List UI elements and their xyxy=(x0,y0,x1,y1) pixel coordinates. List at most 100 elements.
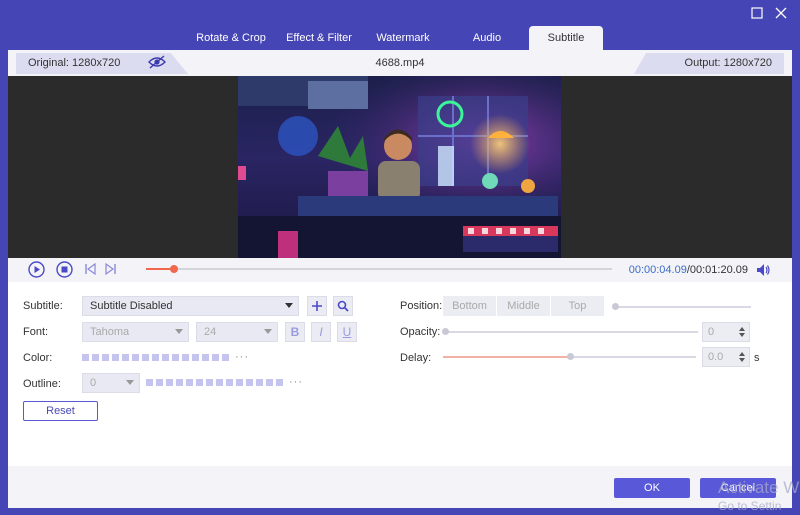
video-preview-area xyxy=(8,76,792,258)
bold-button[interactable]: B xyxy=(285,322,305,342)
time-display: 00:00:04.09/00:01:20.09 xyxy=(629,264,748,276)
plus-icon xyxy=(312,301,322,311)
italic-icon: I xyxy=(319,325,323,339)
info-bar: Original: 1280x720 4688.mp4 Output: 1280… xyxy=(8,50,792,76)
position-bottom-button[interactable]: Bottom xyxy=(443,296,497,316)
delay-unit: s xyxy=(754,352,760,364)
next-frame-icon[interactable] xyxy=(105,262,117,278)
color-swatch[interactable] xyxy=(236,379,243,386)
volume-icon[interactable] xyxy=(756,263,770,277)
delay-value: 0.0 xyxy=(708,351,724,363)
position-slider[interactable] xyxy=(612,303,751,310)
color-swatch[interactable] xyxy=(182,354,189,361)
color-swatch[interactable] xyxy=(226,379,233,386)
reset-button[interactable]: Reset xyxy=(23,401,98,421)
position-slider-handle[interactable] xyxy=(612,303,619,310)
underline-button[interactable]: U xyxy=(337,322,357,342)
subtitle-select[interactable]: Subtitle Disabled xyxy=(82,296,299,316)
increment-icon[interactable] xyxy=(739,352,745,356)
ok-button[interactable]: OK xyxy=(614,478,690,498)
stop-icon[interactable] xyxy=(56,261,73,281)
color-swatch[interactable] xyxy=(196,379,203,386)
position-top-button[interactable]: Top xyxy=(551,296,605,316)
output-resolution: Output: 1280x720 xyxy=(634,53,784,74)
search-icon xyxy=(337,300,349,312)
delay-slider-fill xyxy=(443,356,570,358)
opacity-input[interactable]: 0 xyxy=(702,322,750,342)
color-swatch[interactable] xyxy=(146,379,153,386)
close-icon[interactable] xyxy=(773,7,789,23)
maximize-icon[interactable] xyxy=(749,7,765,23)
color-swatch[interactable] xyxy=(192,354,199,361)
color-swatch[interactable] xyxy=(122,354,129,361)
color-swatch[interactable] xyxy=(276,379,283,386)
color-swatch[interactable] xyxy=(186,379,193,386)
tab-audio[interactable]: Audio xyxy=(445,26,529,50)
color-swatch[interactable] xyxy=(212,354,219,361)
position-middle-button[interactable]: Middle xyxy=(497,296,551,316)
delay-slider[interactable] xyxy=(443,353,696,360)
decrement-icon[interactable] xyxy=(739,333,745,337)
opacity-slider[interactable] xyxy=(442,328,698,335)
color-swatch[interactable] xyxy=(112,354,119,361)
color-swatch[interactable] xyxy=(202,354,209,361)
tab-watermark[interactable]: Watermark xyxy=(361,26,445,50)
font-size-value: 24 xyxy=(204,326,217,338)
opacity-slider-handle[interactable] xyxy=(442,328,449,335)
color-swatch[interactable] xyxy=(92,354,99,361)
add-subtitle-button[interactable] xyxy=(307,296,327,316)
chevron-down-icon xyxy=(285,303,293,308)
tab-rotate-crop[interactable]: Rotate & Crop xyxy=(185,26,277,50)
more-outline-colors-button[interactable]: ··· xyxy=(289,377,303,388)
timeline-handle[interactable] xyxy=(169,265,178,273)
playback-controls: 00:00:04.09/00:01:20.09 xyxy=(8,258,792,282)
editor-window: Original: 1280x720 4688.mp4 Output: 1280… xyxy=(8,50,792,508)
color-swatch[interactable] xyxy=(206,379,213,386)
color-swatch[interactable] xyxy=(266,379,273,386)
color-label: Color: xyxy=(23,352,53,364)
tab-effect-filter[interactable]: Effect & Filter xyxy=(277,26,361,50)
font-size-select[interactable]: 24 xyxy=(196,322,278,342)
total-time: /00:01:20.09 xyxy=(686,264,748,276)
color-swatch[interactable] xyxy=(142,354,149,361)
color-swatch[interactable] xyxy=(162,354,169,361)
color-swatch[interactable] xyxy=(222,354,229,361)
cancel-button[interactable]: Cancel xyxy=(700,478,776,498)
color-swatch[interactable] xyxy=(246,379,253,386)
video-frame xyxy=(238,76,561,258)
color-swatch[interactable] xyxy=(256,379,263,386)
color-swatch[interactable] xyxy=(216,379,223,386)
video-scene-image xyxy=(238,76,561,258)
font-label: Font: xyxy=(23,326,49,338)
color-swatch[interactable] xyxy=(172,354,179,361)
color-swatch[interactable] xyxy=(102,354,109,361)
color-swatch[interactable] xyxy=(82,354,89,361)
outline-color-swatches: ··· xyxy=(146,377,303,388)
color-swatch[interactable] xyxy=(152,354,159,361)
more-colors-button[interactable]: ··· xyxy=(235,352,249,363)
underline-icon: U xyxy=(342,325,352,339)
increment-icon[interactable] xyxy=(739,327,745,331)
color-swatch[interactable] xyxy=(156,379,163,386)
position-label: Position: xyxy=(400,300,443,312)
color-swatch[interactable] xyxy=(166,379,173,386)
decrement-icon[interactable] xyxy=(739,358,745,362)
previous-frame-icon[interactable] xyxy=(84,262,96,278)
current-time: 00:00:04.09 xyxy=(628,264,687,276)
timeline-slider[interactable] xyxy=(146,265,612,273)
outline-select[interactable]: 0 xyxy=(82,373,140,393)
font-family-select[interactable]: Tahoma xyxy=(82,322,189,342)
color-swatch[interactable] xyxy=(132,354,139,361)
play-icon[interactable] xyxy=(28,261,45,281)
chevron-down-icon xyxy=(264,329,272,334)
color-swatch[interactable] xyxy=(176,379,183,386)
delay-input[interactable]: 0.0 xyxy=(702,347,750,367)
color-swatches: ··· xyxy=(82,352,249,363)
search-subtitle-button[interactable] xyxy=(333,296,353,316)
italic-button[interactable]: I xyxy=(311,322,331,342)
tab-subtitle[interactable]: Subtitle xyxy=(529,26,603,50)
outline-label: Outline: xyxy=(23,378,61,390)
chevron-down-icon xyxy=(126,380,134,385)
opacity-value: 0 xyxy=(708,326,715,338)
delay-slider-handle[interactable] xyxy=(566,353,574,360)
